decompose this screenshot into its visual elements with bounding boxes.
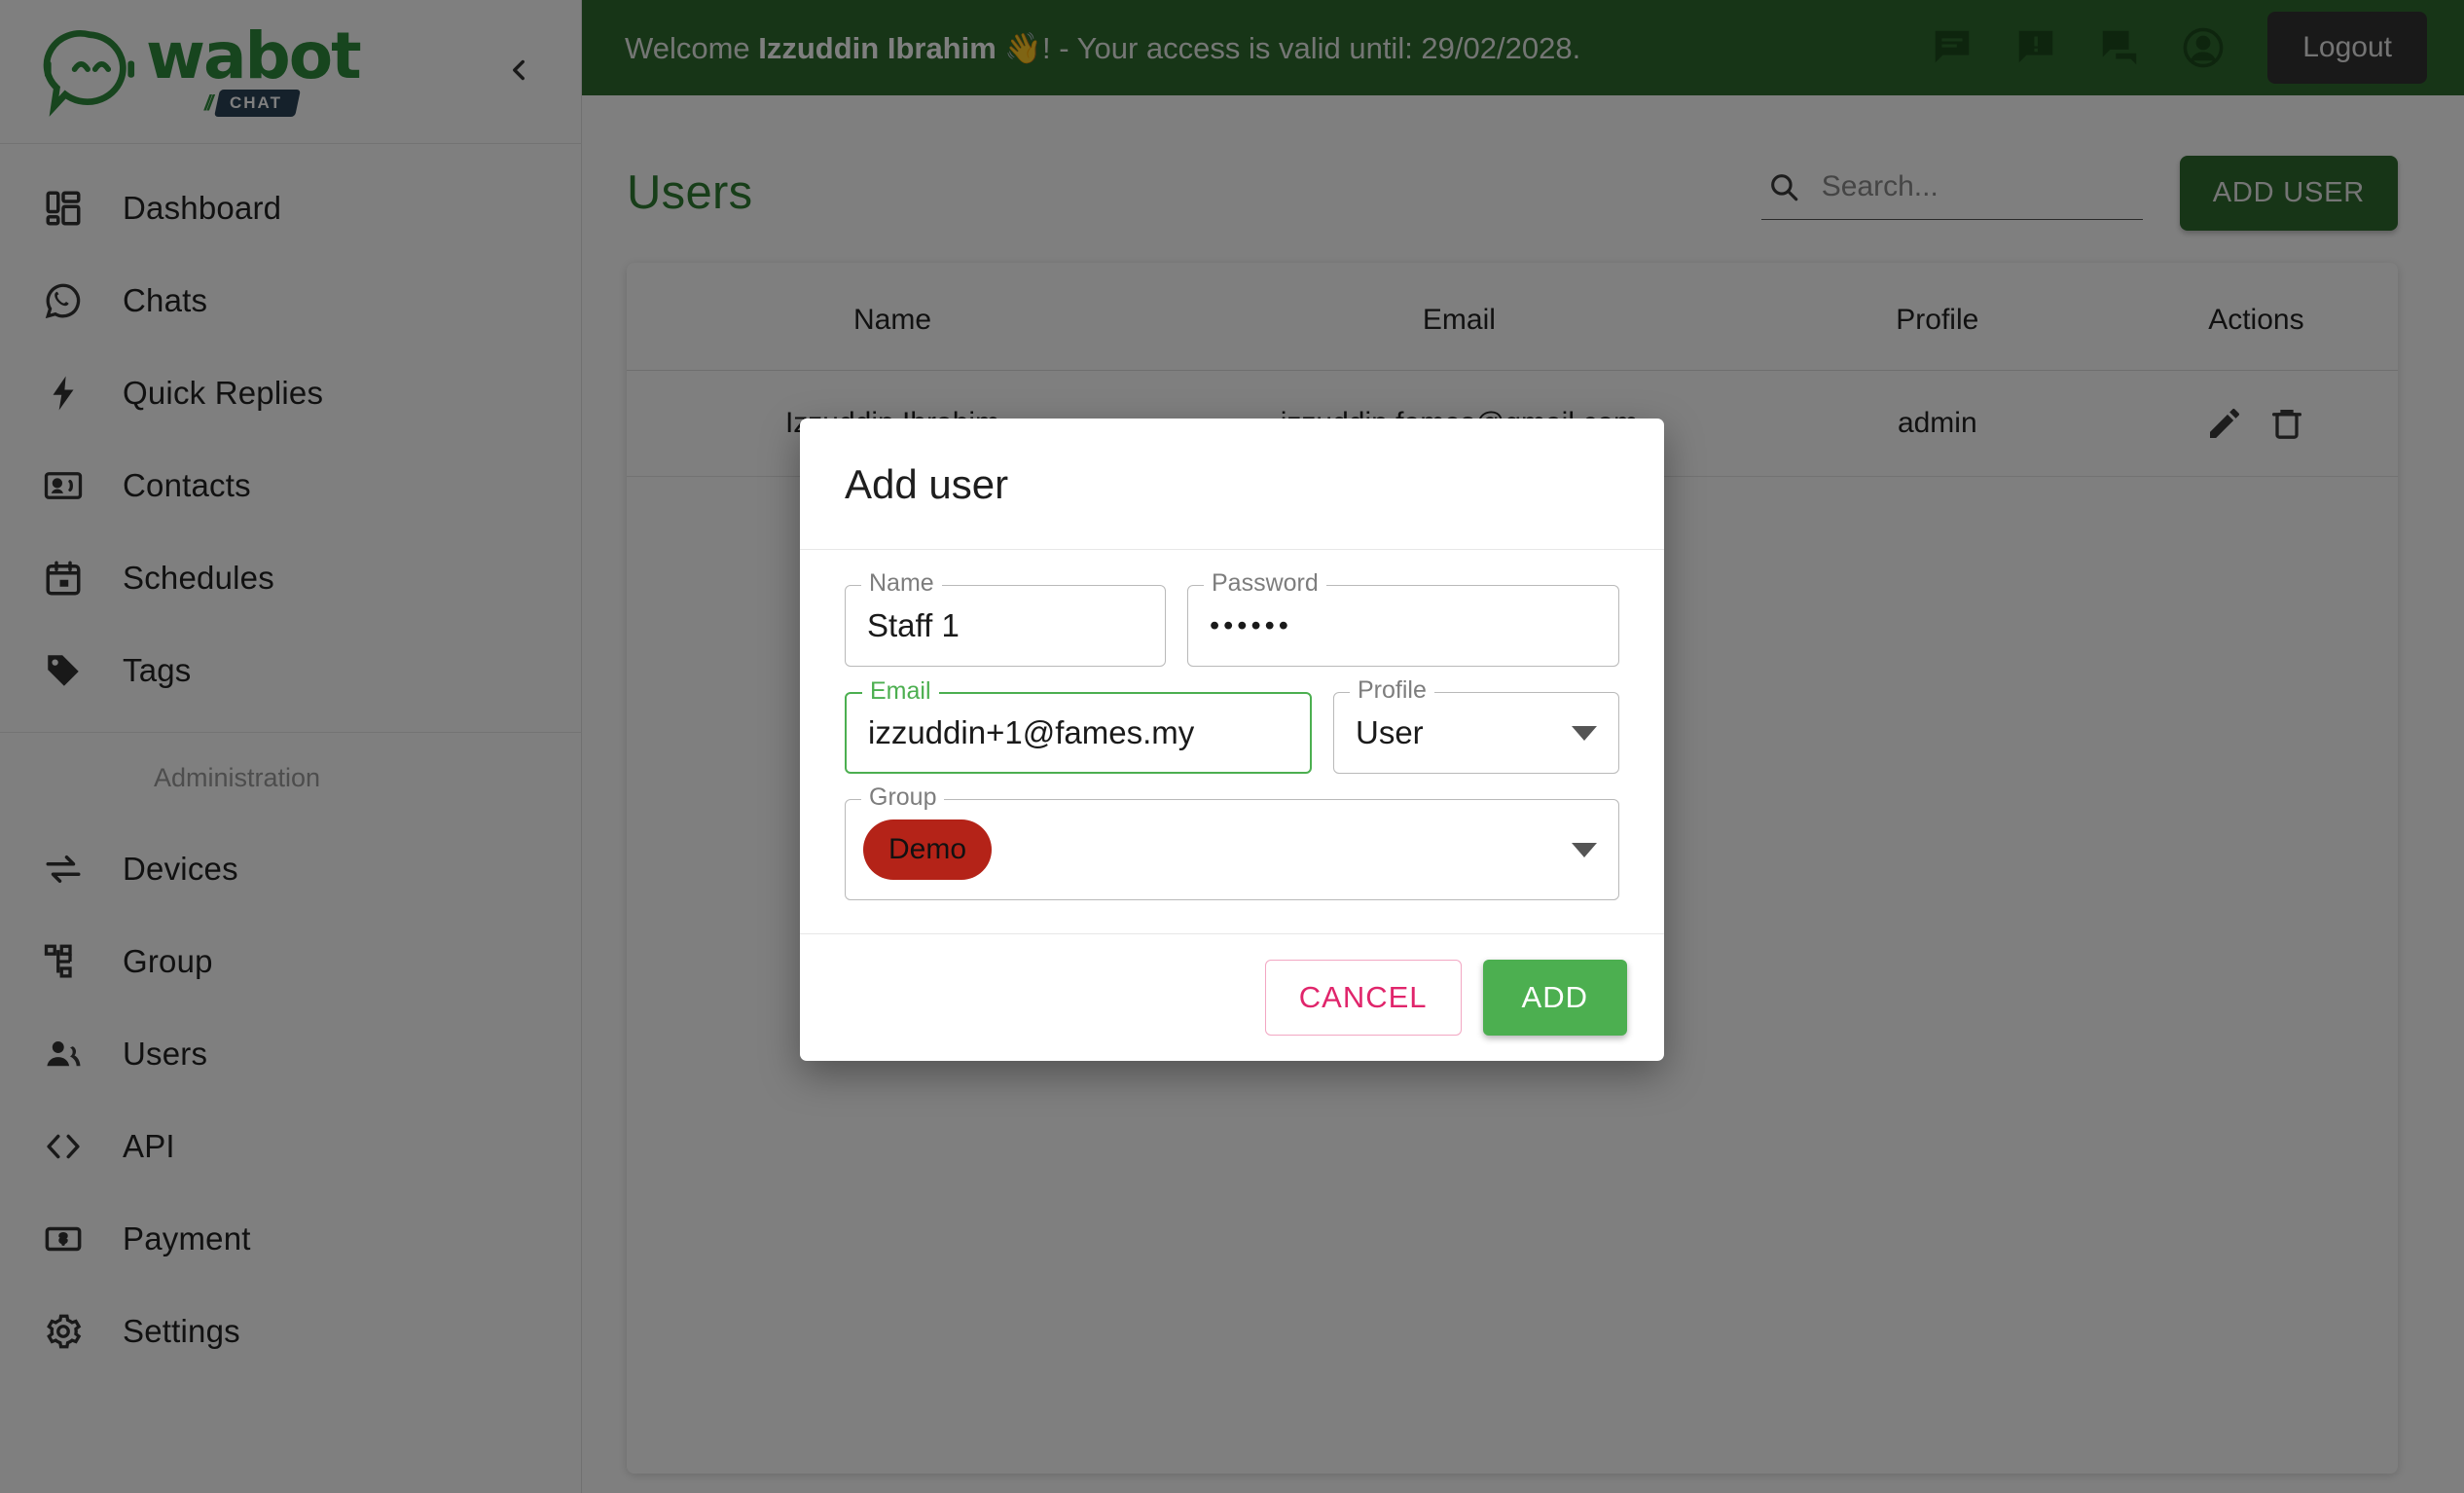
add-button[interactable]: ADD: [1482, 960, 1627, 1036]
cancel-button[interactable]: CANCEL: [1264, 960, 1462, 1036]
profile-field-value: User: [1356, 714, 1424, 750]
group-field-label: Group: [861, 785, 945, 810]
password-field[interactable]: Password ••••••: [1187, 571, 1619, 667]
dialog-title: Add user: [800, 419, 1664, 550]
field-row-1: Name Staff 1 Password ••••••: [845, 571, 1619, 667]
group-select[interactable]: Group Demo: [845, 785, 1619, 900]
dialog-footer: CANCEL ADD: [800, 933, 1664, 1061]
profile-field-label: Profile: [1350, 678, 1434, 703]
group-chip-demo[interactable]: Demo: [863, 819, 993, 880]
field-row-3: Group Demo: [845, 785, 1619, 900]
profile-select[interactable]: Profile User: [1333, 678, 1619, 774]
add-user-dialog: Add user Name Staff 1 Password •••••• Em…: [800, 419, 1664, 1061]
password-field-label: Password: [1204, 571, 1326, 596]
name-field-label: Name: [861, 571, 942, 596]
field-row-2: Email izzuddin+1@fames.my Profile User: [845, 678, 1619, 774]
chevron-down-icon[interactable]: [1572, 725, 1597, 741]
name-field-value: Staff 1: [867, 607, 960, 643]
password-field-value: ••••••: [1210, 609, 1292, 641]
email-field[interactable]: Email izzuddin+1@fames.my: [845, 679, 1312, 774]
email-field-label: Email: [862, 679, 939, 704]
chevron-down-icon[interactable]: [1572, 842, 1597, 857]
email-field-value: izzuddin+1@fames.my: [868, 714, 1195, 750]
app-root: wabot // CHAT: [0, 0, 2464, 1493]
name-field[interactable]: Name Staff 1: [845, 571, 1166, 667]
dialog-body: Name Staff 1 Password •••••• Email izzud…: [800, 550, 1664, 933]
